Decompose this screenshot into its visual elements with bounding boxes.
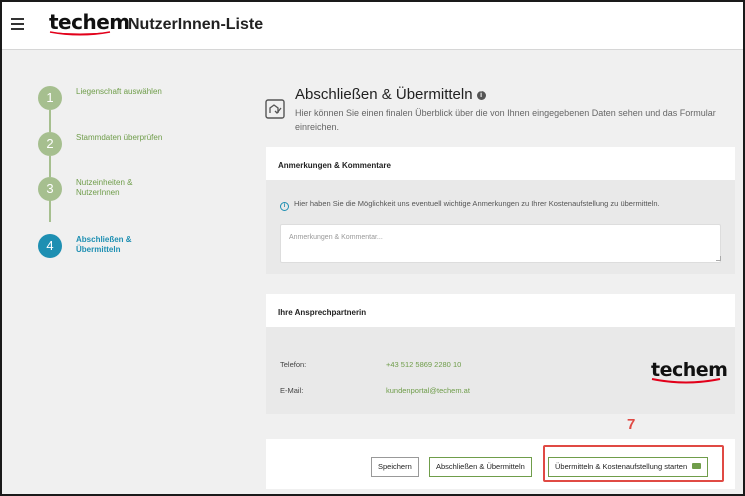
page-title: NutzerInnen-Liste bbox=[128, 16, 264, 33]
step-number: 1 bbox=[38, 86, 62, 110]
hamburger-menu-icon[interactable] bbox=[11, 18, 24, 30]
top-header: techem NutzerInnen-Liste bbox=[2, 2, 743, 50]
step-2[interactable]: 2 Stammdaten überprüfen bbox=[38, 132, 218, 162]
step-3[interactable]: 3 Nutzeinheiten & NutzerInnen bbox=[38, 177, 218, 207]
save-button[interactable]: Speichern bbox=[371, 457, 419, 477]
logo-swoosh-icon bbox=[49, 31, 111, 36]
section-title: Abschließen & Übermitteln i bbox=[295, 86, 486, 103]
comments-heading: Anmerkungen & Kommentare bbox=[266, 147, 735, 180]
email-label: E-Mail: bbox=[280, 386, 304, 395]
contact-heading: Ihre Ansprechpartnerin bbox=[266, 294, 735, 327]
logo-wordmark: techem bbox=[651, 359, 728, 381]
step-label: Nutzeinheiten & NutzerInnen bbox=[76, 178, 133, 197]
logo-wordmark: techem bbox=[49, 10, 130, 34]
step-number: 3 bbox=[38, 177, 62, 201]
email-link[interactable]: kundenportal@techem.at bbox=[386, 386, 470, 395]
step-label: Abschließen & Übermitteln bbox=[76, 235, 132, 254]
contact-techem-logo: techem bbox=[651, 359, 728, 384]
logo-swoosh-icon bbox=[651, 378, 721, 384]
comments-textarea[interactable] bbox=[280, 224, 721, 263]
comments-card: Anmerkungen & Kommentare i Hier haben Sie… bbox=[266, 147, 735, 274]
phone-link[interactable]: +43 512 5869 2280 10 bbox=[386, 360, 461, 369]
step-label: Liegenschaft auswählen bbox=[76, 87, 162, 96]
finish-submit-button[interactable]: Abschließen & Übermitteln bbox=[429, 457, 532, 477]
info-icon[interactable]: i bbox=[476, 91, 486, 100]
annotation-number: 7 bbox=[627, 416, 636, 433]
phone-label: Telefon: bbox=[280, 360, 307, 369]
comments-hint: i Hier haben Sie die Möglichkeit uns even… bbox=[280, 199, 660, 211]
step-4[interactable]: 4 Abschließen & Übermitteln bbox=[38, 234, 218, 264]
house-check-icon bbox=[265, 99, 285, 119]
step-number: 4 bbox=[38, 234, 62, 258]
comments-hint-text: Hier haben Sie die Möglichkeit uns event… bbox=[294, 199, 660, 208]
section-description: Hier können Sie einen finalen Überblick … bbox=[295, 108, 716, 132]
info-circle-icon: i bbox=[280, 202, 289, 211]
contact-card: Ihre Ansprechpartnerin Telefon: +43 512 … bbox=[266, 294, 735, 414]
step-number: 2 bbox=[38, 132, 62, 156]
step-label: Stammdaten überprüfen bbox=[76, 133, 163, 142]
highlight-box bbox=[543, 445, 724, 482]
step-1[interactable]: 1 Liegenschaft auswählen bbox=[38, 86, 218, 116]
techem-logo[interactable]: techem bbox=[49, 10, 130, 36]
section-title-text: Abschließen & Übermitteln bbox=[295, 86, 473, 103]
app-frame: techem NutzerInnen-Liste 1 Liegenschaft … bbox=[0, 0, 745, 496]
resize-handle-icon[interactable] bbox=[716, 256, 721, 261]
